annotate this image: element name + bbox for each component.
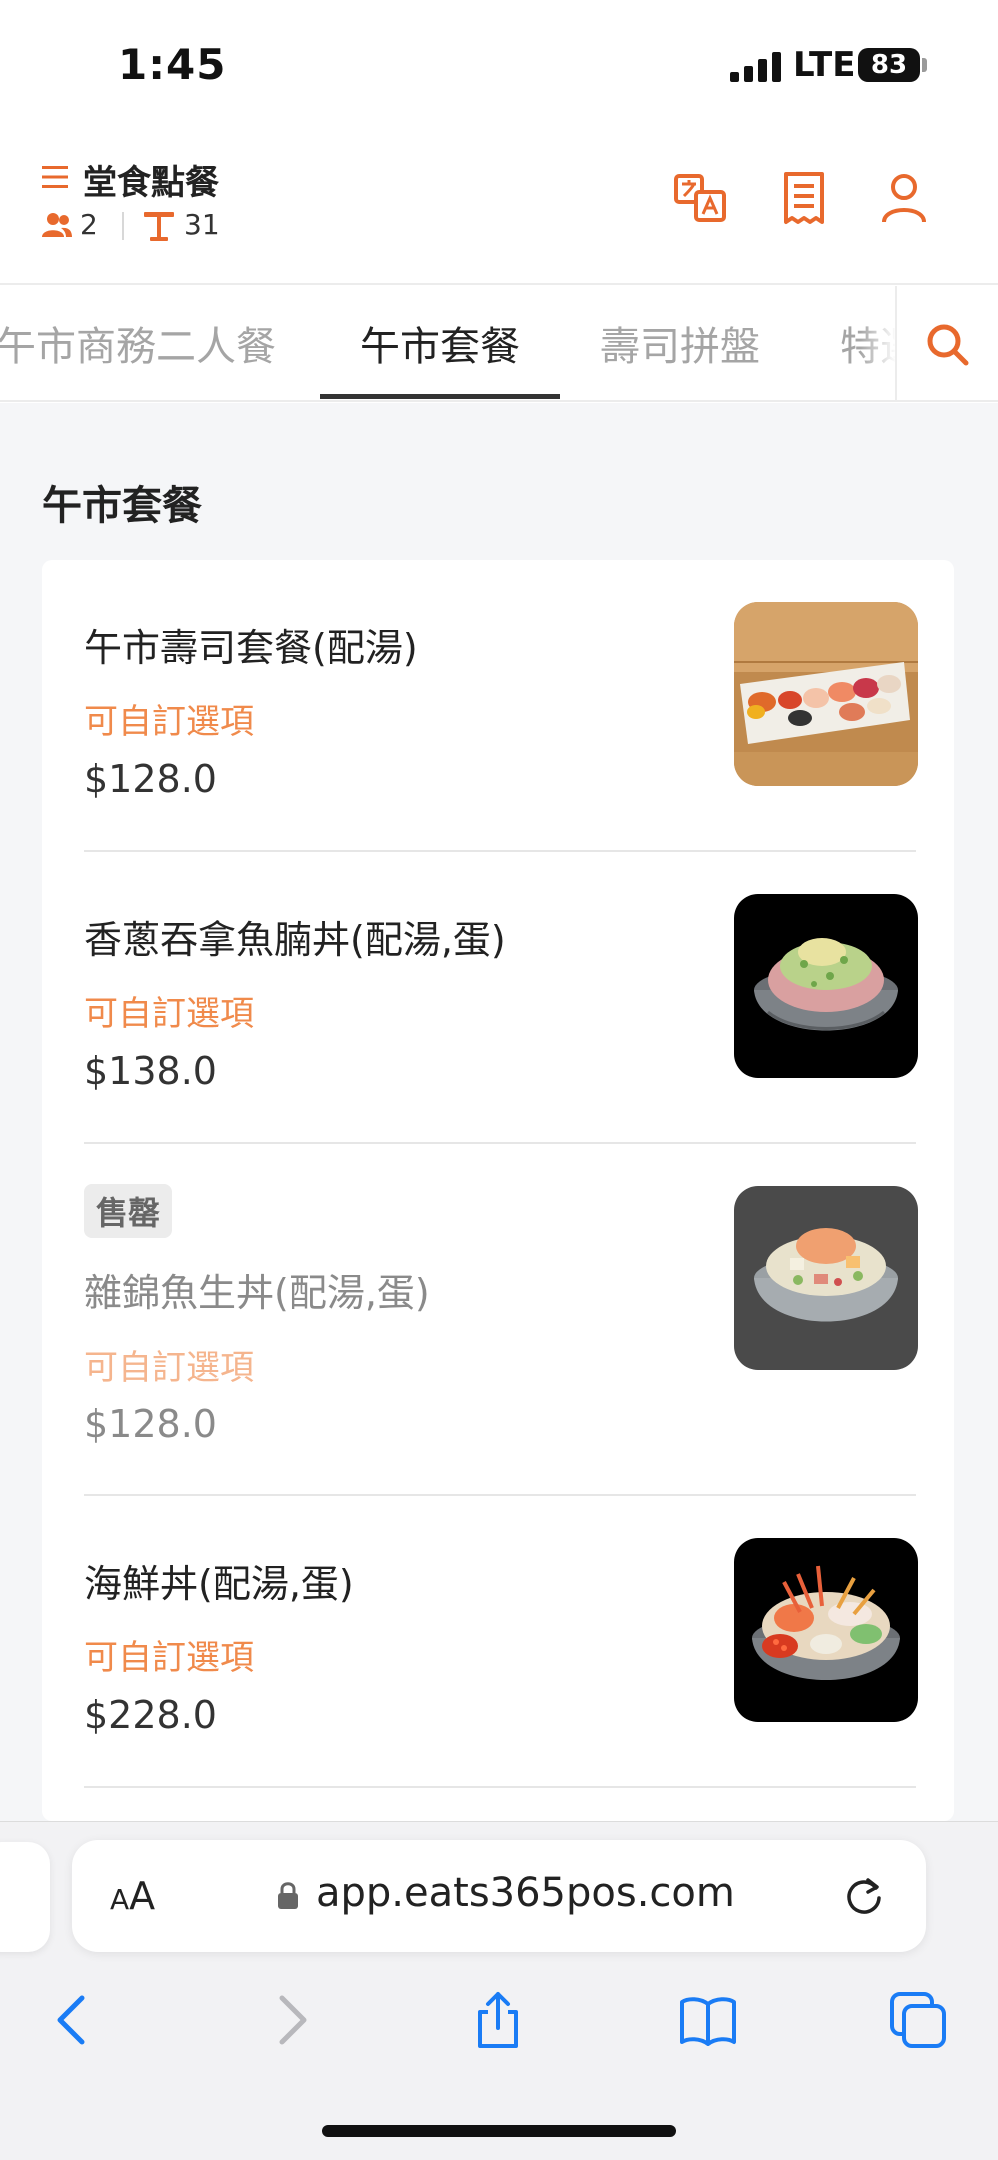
item-customizable-label: 可自訂選項 xyxy=(84,1638,254,1678)
share-icon[interactable] xyxy=(468,1990,528,2050)
tab-lunch-set[interactable]: 午市套餐 xyxy=(360,314,520,372)
item-price: $128.0 xyxy=(84,1402,217,1446)
people-icon xyxy=(42,213,72,237)
menu-item[interactable]: 售罄 雜錦魚生丼(配湯,蛋) 可自訂選項 $128.0 xyxy=(42,1144,954,1496)
back-icon[interactable] xyxy=(44,1990,104,2050)
status-time: 1:45 xyxy=(118,40,227,89)
tab-lunch-business-for-two[interactable]: 午市商務二人餐 xyxy=(0,314,276,372)
tab-fade xyxy=(860,286,896,400)
address-bar[interactable]: AA app.eats365pos.com xyxy=(72,1840,926,1952)
tab-sushi-platter[interactable]: 壽司拼盤 xyxy=(600,314,760,372)
item-name: 雜錦魚生丼(配湯,蛋) xyxy=(84,1271,430,1315)
menu-item[interactable]: 午市壽司套餐(配湯) 可自訂選項 $128.0 xyxy=(42,560,954,852)
home-indicator xyxy=(322,2125,676,2137)
app-header: 堂食點餐 2 31 xyxy=(0,130,998,285)
sold-out-badge: 售罄 xyxy=(84,1184,173,1238)
search-button[interactable] xyxy=(895,286,998,400)
battery-icon: 83 xyxy=(858,48,920,82)
menu-item-list: 午市壽司套餐(配湯) 可自訂選項 $128.0 香蔥吞拿魚腩丼(配湯,蛋) 可自… xyxy=(42,560,954,1821)
menu-item[interactable]: 海鮮丼(配湯,蛋) 可自訂選項 $228.0 xyxy=(42,1496,954,1788)
table-icon xyxy=(144,212,174,241)
guest-count: 2 xyxy=(80,208,98,241)
network-label: LTE xyxy=(793,45,856,85)
translate-icon[interactable] xyxy=(672,170,728,226)
battery-cap xyxy=(922,58,927,72)
item-image xyxy=(734,894,918,1078)
menu-content: 午市套餐 午市壽司套餐(配湯) 可自訂選項 $128.0 香蔥吞拿魚腩丼(配湯,… xyxy=(0,403,998,1821)
item-customizable-label: 可自訂選項 xyxy=(84,702,254,742)
receipt-icon[interactable] xyxy=(776,170,832,226)
item-name: 午市壽司套餐(配湯) xyxy=(84,626,418,670)
signal-icon xyxy=(730,52,781,82)
item-name: 香蔥吞拿魚腩丼(配湯,蛋) xyxy=(84,918,506,962)
item-divider xyxy=(84,1786,916,1788)
meta-divider xyxy=(122,212,124,240)
item-name: 海鮮丼(配湯,蛋) xyxy=(84,1562,354,1606)
item-price: $128.0 xyxy=(84,757,217,801)
tabs-icon[interactable] xyxy=(888,1990,948,2050)
previous-tab-preview[interactable] xyxy=(0,1842,50,1952)
item-image xyxy=(734,602,918,786)
text-size-small-label: A xyxy=(110,1883,130,1916)
account-icon[interactable] xyxy=(876,170,932,226)
table-number: 31 xyxy=(184,208,220,241)
text-size-large-label: A xyxy=(129,1874,156,1918)
lock-icon xyxy=(278,1882,298,1909)
reload-icon[interactable] xyxy=(844,1876,884,1916)
search-icon[interactable] xyxy=(925,322,969,366)
item-image xyxy=(734,1538,918,1722)
item-image xyxy=(734,1186,918,1370)
browser-toolbar: AA app.eats365pos.com xyxy=(0,1821,998,2160)
section-title: 午市套餐 xyxy=(42,483,202,529)
menu-icon[interactable] xyxy=(42,166,68,188)
menu-item[interactable]: 香蔥吞拿魚腩丼(配湯,蛋) 可自訂選項 $138.0 xyxy=(42,852,954,1144)
active-tab-indicator xyxy=(320,394,560,399)
item-price: $138.0 xyxy=(84,1049,217,1093)
item-customizable-label: 可自訂選項 xyxy=(84,994,254,1034)
page-title[interactable]: 堂食點餐 xyxy=(83,155,219,204)
category-tabs: 午市商務二人餐 午市套餐 壽司拼盤 特選 xyxy=(0,286,998,402)
text-size-button[interactable]: AA xyxy=(110,1874,155,1918)
url-text[interactable]: app.eats365pos.com xyxy=(316,1870,735,1916)
forward-icon[interactable] xyxy=(260,1990,320,2050)
item-price: $228.0 xyxy=(84,1693,217,1737)
bookmarks-icon[interactable] xyxy=(678,1990,738,2050)
status-bar: 1:45 LTE 83 xyxy=(0,0,998,130)
item-customizable-label: 可自訂選項 xyxy=(84,1348,254,1388)
